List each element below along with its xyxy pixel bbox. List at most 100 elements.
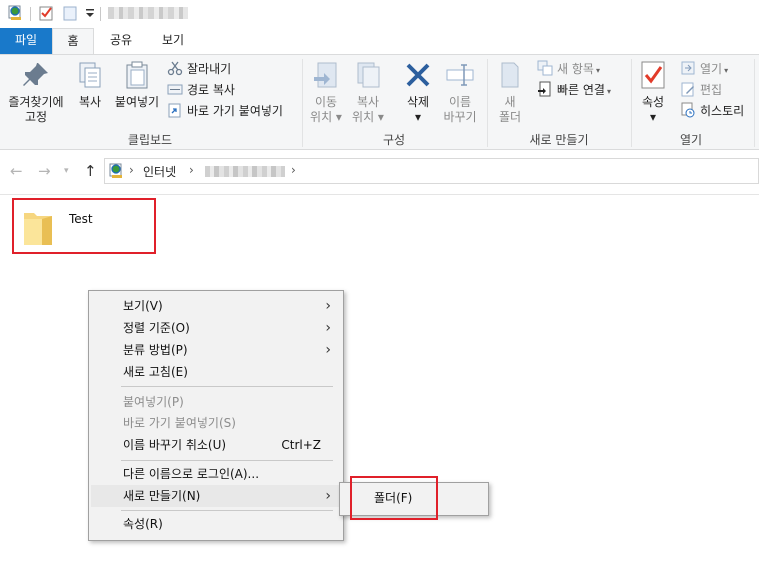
easy-access-dropdown-icon: ▾	[606, 87, 611, 96]
paste-button[interactable]: 붙여넣기	[112, 59, 162, 110]
copy-path-icon	[167, 84, 183, 95]
pin-to-quick-access-button[interactable]: 즐겨찾기에 고정	[4, 59, 68, 125]
tab-home[interactable]: 홈	[52, 28, 94, 55]
edit-button[interactable]: 편집	[680, 80, 722, 100]
menu-item-sort-by[interactable]: 정렬 기준(O) ›	[91, 317, 341, 339]
copy-label: 복사	[78, 95, 102, 109]
copy-path-button[interactable]: 경로 복사	[167, 80, 235, 100]
open-icon	[681, 61, 695, 75]
context-menu: 보기(V) › 정렬 기준(O) › 분류 방법(P) › 새로 고침(E) 붙…	[88, 290, 344, 541]
menu-item-undo-rename-shortcut: Ctrl+Z	[281, 438, 321, 452]
submenu-arrow-icon: ›	[325, 342, 331, 358]
properties-button[interactable]: 속성 ▾	[634, 59, 672, 125]
copy-path-label: 경로 복사	[187, 83, 235, 97]
breadcrumb-internet[interactable]: 인터넷	[143, 163, 176, 180]
group-separator-4	[754, 59, 755, 147]
new-item-button[interactable]: 새 항목 ▾	[537, 59, 600, 79]
rename-icon	[446, 64, 474, 86]
ribbon: 즐겨찾기에 고정 복사 붙여넣기 잘라내기 경로 복사 바로 가기 붙여넣기 클…	[0, 54, 759, 150]
paste-shortcut-button[interactable]: 바로 가기 붙여넣기	[167, 101, 283, 121]
internet-folder-icon	[8, 5, 21, 20]
move-to-button[interactable]: 이동 위치 ▾	[306, 59, 346, 125]
qat-separator-2	[100, 7, 101, 21]
qat-dropdown-icon[interactable]	[82, 5, 98, 21]
submenu-arrow-icon: ›	[325, 488, 331, 504]
new-item-label: 새 항목	[557, 62, 594, 76]
menu-item-group-by-label: 분류 방법(P)	[123, 343, 188, 357]
history-label: 히스토리	[700, 104, 745, 118]
delete-label: 삭제 ▾	[406, 95, 430, 124]
highlight-box-folder-option	[350, 476, 438, 520]
new-folder-qat-icon[interactable]	[62, 5, 78, 21]
menu-item-new[interactable]: 새로 만들기(N) ›	[91, 485, 341, 507]
easy-access-button[interactable]: 빠른 연결 ▾	[537, 80, 611, 100]
forward-arrow-icon[interactable]: →	[38, 162, 51, 180]
back-arrow-icon[interactable]: ←	[10, 162, 23, 180]
menu-item-sort-by-label: 정렬 기준(O)	[123, 321, 190, 335]
new-folder-button[interactable]: 새 폴더	[492, 59, 528, 125]
breadcrumb-blurred-location[interactable]	[205, 166, 285, 177]
menu-item-view[interactable]: 보기(V) ›	[91, 295, 341, 317]
breadcrumb-chevron-icon[interactable]: ›	[129, 163, 134, 177]
tab-file[interactable]: 파일	[0, 28, 52, 54]
copy-to-button[interactable]: 복사 위치 ▾	[348, 59, 388, 125]
menu-separator-2	[121, 460, 333, 461]
menu-item-refresh[interactable]: 새로 고침(E)	[91, 361, 341, 383]
breadcrumb-chevron-icon-2[interactable]: ›	[189, 163, 194, 177]
tab-share[interactable]: 공유	[100, 28, 142, 54]
group-label-open: 열기	[679, 133, 703, 147]
folder-name: Test	[69, 212, 93, 226]
menu-item-paste-shortcut[interactable]: 바로 가기 붙여넣기(S)	[91, 412, 341, 434]
address-bar[interactable]: › 인터넷 › ›	[104, 158, 759, 184]
up-arrow-icon[interactable]: ↑	[84, 162, 97, 180]
paste-shortcut-label: 바로 가기 붙여넣기	[187, 104, 283, 118]
edit-label: 편집	[700, 83, 723, 97]
menu-item-paste-label: 붙여넣기(P)	[123, 395, 184, 409]
move-to-icon	[314, 62, 337, 88]
copy-to-icon	[357, 62, 380, 88]
new-folder-icon	[501, 62, 519, 88]
menu-item-undo-rename[interactable]: 이름 바꾸기 취소(U) Ctrl+Z	[91, 434, 341, 456]
menu-item-login-as[interactable]: 다른 이름으로 로그인(A)...	[91, 463, 341, 485]
copy-to-label: 복사 위치 ▾	[352, 95, 384, 124]
menu-separator	[121, 386, 333, 387]
move-to-label: 이동 위치 ▾	[310, 95, 342, 124]
paste-label: 붙여넣기	[114, 95, 160, 109]
submenu-arrow-icon: ›	[325, 320, 331, 336]
copy-button[interactable]: 복사	[72, 59, 108, 110]
title-bar	[0, 0, 759, 28]
open-button[interactable]: 열기 ▾	[680, 59, 728, 79]
group-label-organize: 구성	[382, 133, 406, 147]
menu-item-refresh-label: 새로 고침(E)	[123, 365, 188, 379]
navigation-divider	[0, 194, 759, 195]
menu-separator-3	[121, 510, 333, 511]
properties-qat-icon[interactable]	[38, 5, 54, 21]
new-item-dropdown-icon: ▾	[595, 66, 600, 75]
rename-button[interactable]: 이름 바꾸기	[440, 59, 480, 125]
qat-separator	[30, 7, 31, 21]
menu-item-paste[interactable]: 붙여넣기(P)	[91, 391, 341, 413]
cut-label: 잘라내기	[187, 62, 232, 76]
cut-button[interactable]: 잘라내기	[167, 59, 231, 79]
recent-locations-chevron-icon[interactable]: ▾	[64, 166, 69, 176]
tab-view[interactable]: 보기	[150, 28, 196, 54]
open-dropdown-icon: ▾	[724, 66, 729, 75]
copy-icon	[79, 62, 101, 88]
menu-item-properties[interactable]: 속성(R)	[91, 513, 341, 535]
pin-icon	[23, 63, 48, 86]
new-folder-label: 새 폴더	[498, 95, 522, 124]
internet-location-icon	[109, 163, 122, 178]
menu-item-properties-label: 속성(R)	[123, 517, 163, 531]
easy-access-label: 빠른 연결	[557, 83, 605, 97]
rename-label: 이름 바꾸기	[443, 95, 477, 124]
menu-item-paste-shortcut-label: 바로 가기 붙여넣기(S)	[123, 416, 236, 430]
delete-button[interactable]: 삭제 ▾	[398, 59, 438, 125]
history-button[interactable]: 히스토리	[680, 101, 744, 121]
easy-access-icon	[538, 81, 551, 97]
menu-item-new-label: 새로 만들기(N)	[123, 489, 201, 503]
breadcrumb-chevron-icon-3[interactable]: ›	[291, 163, 296, 177]
menu-item-group-by[interactable]: 분류 방법(P) ›	[91, 339, 341, 361]
folder-item-test[interactable]: Test	[12, 198, 156, 254]
group-label-new: 새로 만들기	[529, 133, 589, 147]
edit-icon	[681, 82, 694, 97]
